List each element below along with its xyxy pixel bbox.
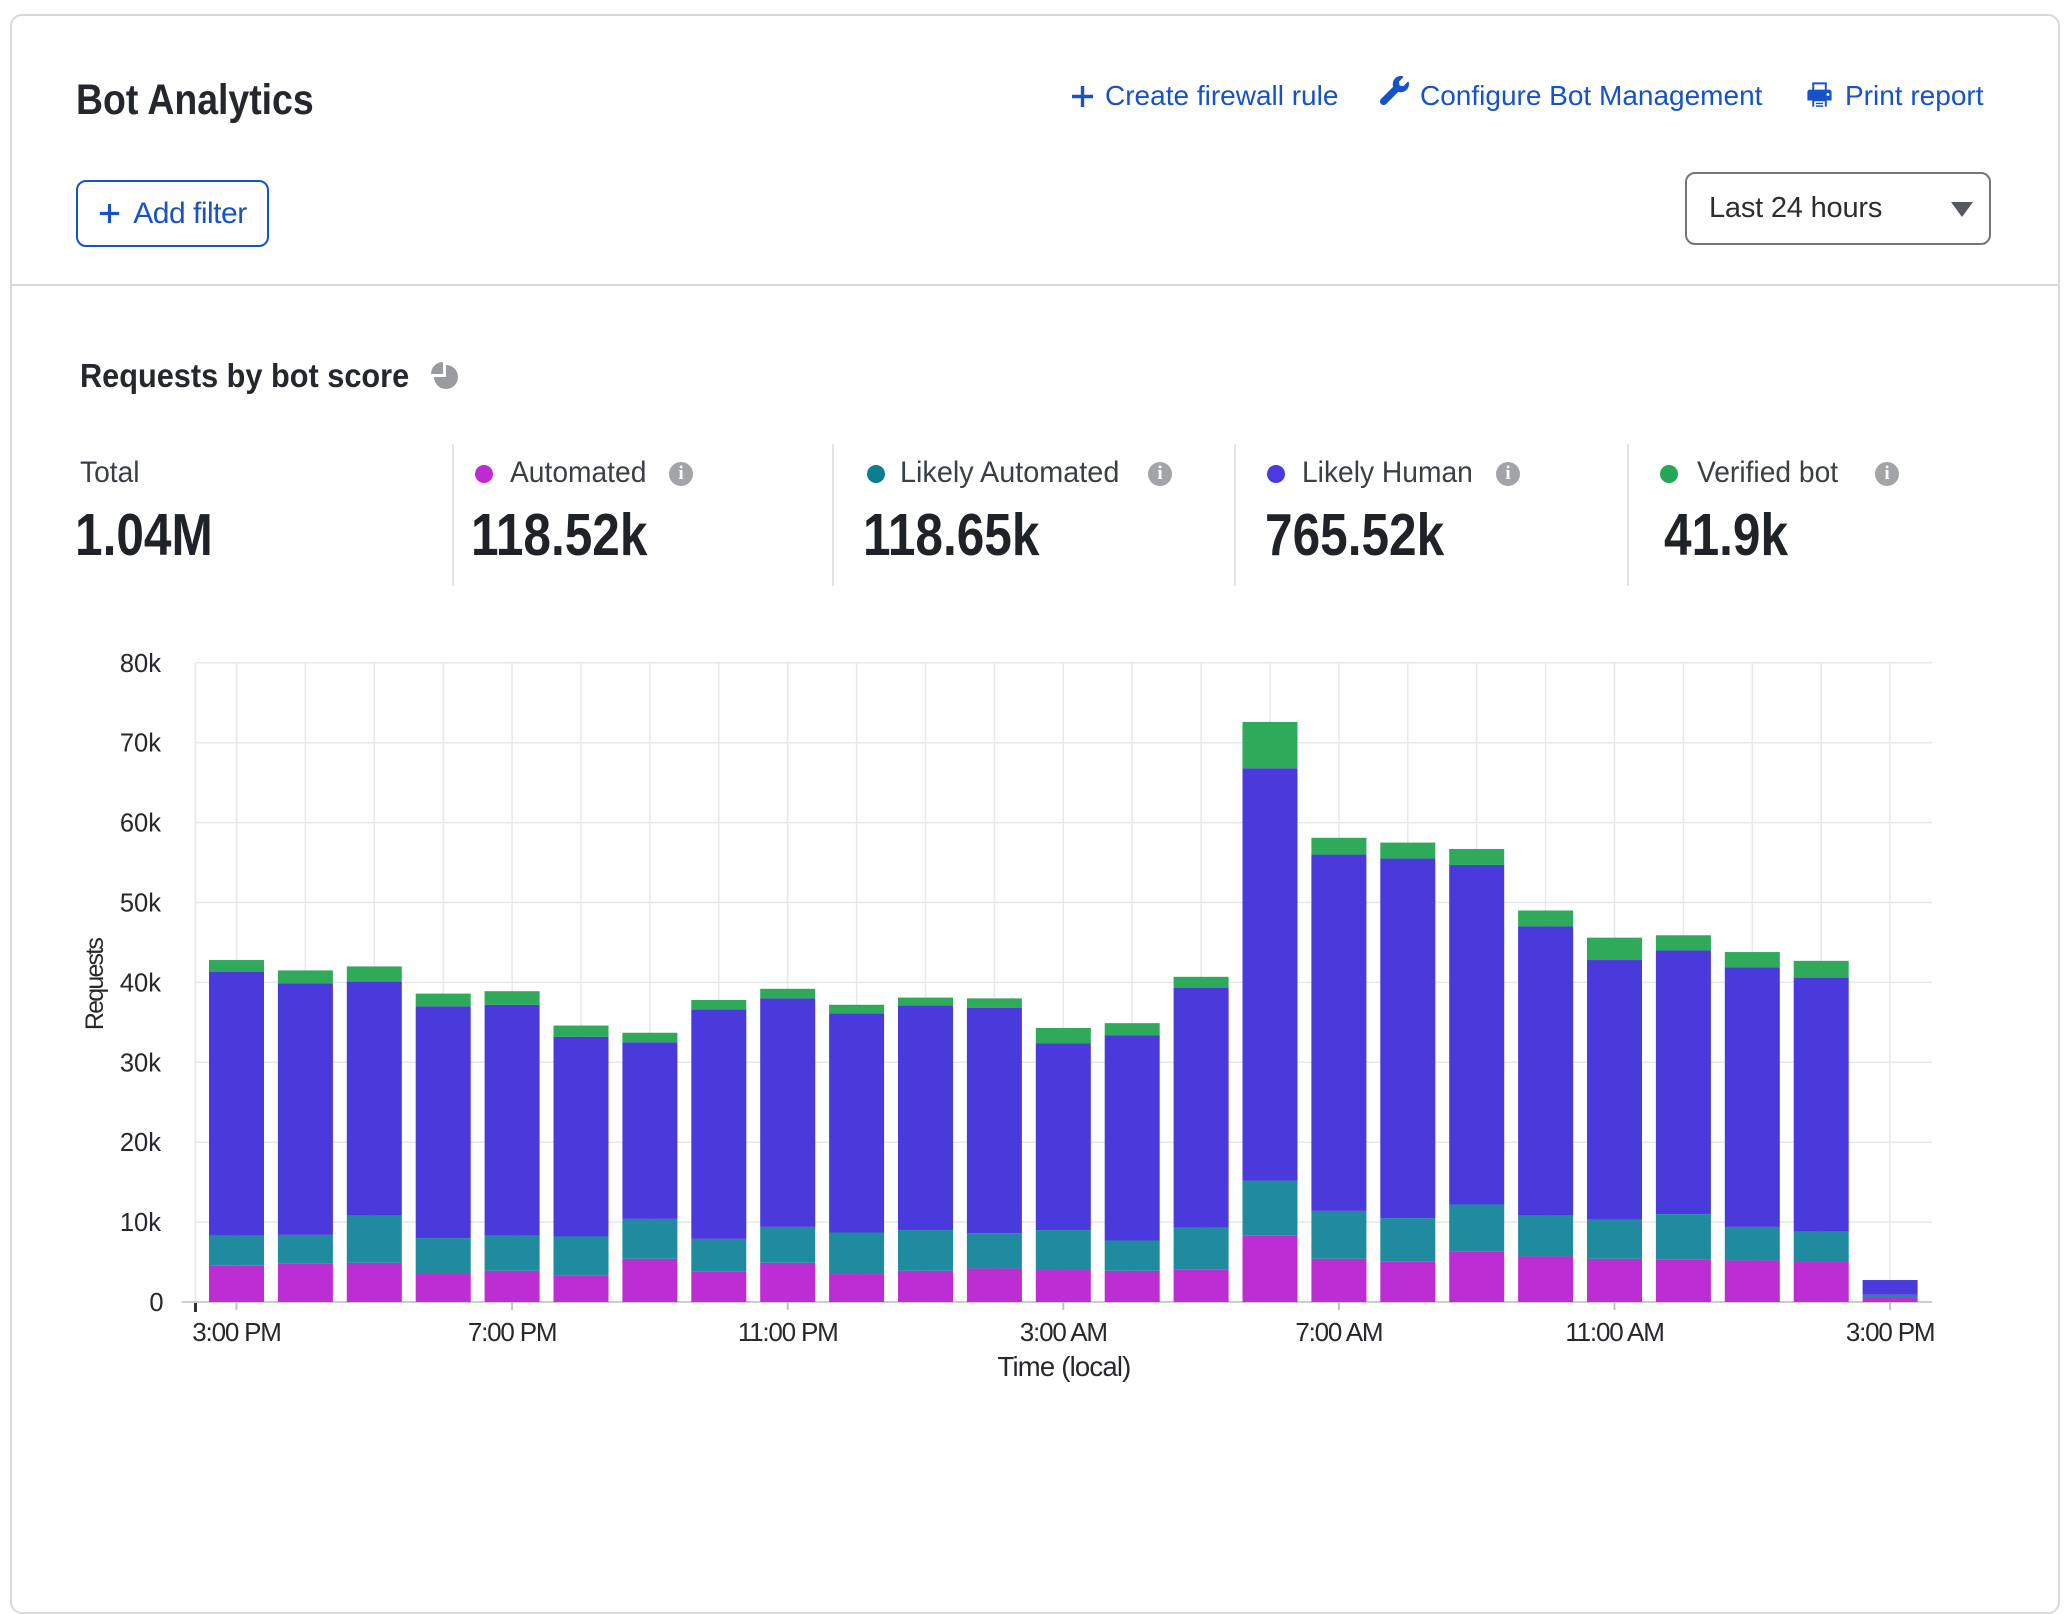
svg-text:Time (local): Time (local) [997,1351,1130,1382]
svg-text:11:00 PM: 11:00 PM [738,1317,838,1347]
svg-text:0: 0 [149,1289,163,1317]
svg-text:80k: 80k [120,650,161,678]
svg-text:Requests: Requests [81,938,109,1031]
svg-text:40k: 40k [120,969,161,997]
svg-text:3:00 AM: 3:00 AM [1020,1317,1107,1347]
svg-text:60k: 60k [120,810,161,838]
svg-text:10k: 10k [120,1209,161,1237]
svg-text:3:00 PM: 3:00 PM [1846,1317,1934,1347]
svg-text:11:00 AM: 11:00 AM [1565,1317,1663,1347]
svg-text:20k: 20k [120,1129,161,1157]
svg-text:70k: 70k [120,730,161,758]
svg-text:30k: 30k [120,1049,161,1077]
svg-text:50k: 50k [120,890,161,918]
svg-text:3:00 PM: 3:00 PM [192,1317,280,1347]
svg-text:7:00 AM: 7:00 AM [1295,1317,1382,1347]
svg-text:7:00 PM: 7:00 PM [468,1317,556,1347]
